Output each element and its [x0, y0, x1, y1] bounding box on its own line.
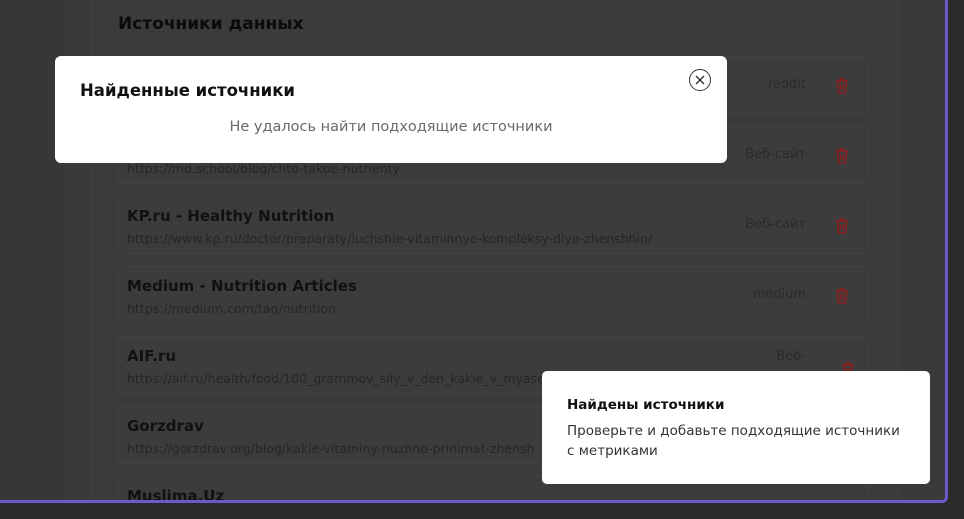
source-title: Muslima.Uz	[127, 487, 225, 503]
source-url[interactable]: https://medium.com/tag/nutrition	[127, 301, 336, 316]
source-type: medium	[752, 287, 806, 302]
modal-message: Не удалось найти подходящие источники	[229, 119, 553, 135]
source-row[interactable]: KP.ru - Healthy Nutrition https://www.kp…	[118, 196, 869, 254]
trash-icon[interactable]	[834, 77, 850, 95]
close-button[interactable]	[689, 69, 711, 91]
left-panel	[0, 0, 63, 500]
modal-title: Найденные источники	[80, 81, 295, 100]
source-type: Веб-	[776, 349, 806, 364]
trash-icon[interactable]	[834, 217, 850, 235]
source-type: Веб-сайт	[745, 147, 806, 162]
source-url[interactable]: https://gorzdrav.org/blog/kakie-vitaminy…	[127, 441, 534, 456]
source-title: Gorzdrav	[127, 417, 204, 435]
source-type: Веб-сайт	[745, 217, 806, 232]
source-url[interactable]: https://www.kp.ru/doctor/preparaty/luchs…	[127, 231, 652, 246]
close-icon	[695, 75, 705, 85]
source-row[interactable]: Medium - Nutrition Articles https://medi…	[118, 266, 869, 324]
toast-title: Найдены источники	[567, 397, 725, 413]
trash-icon[interactable]	[834, 287, 850, 305]
trash-icon[interactable]	[834, 147, 850, 165]
section-title: Источники данных	[118, 14, 304, 34]
found-sources-modal: Найденные источники Не удалось найти под…	[55, 56, 727, 163]
notification-toast: Найдены источники Проверьте и добавьте п…	[542, 371, 930, 484]
source-type: reddit	[767, 77, 806, 92]
source-title: Medium - Nutrition Articles	[127, 277, 357, 295]
source-url[interactable]: https://aif.ru/health/food/100_grammov_s…	[127, 371, 551, 386]
source-title: KP.ru - Healthy Nutrition	[127, 207, 335, 225]
toast-text: Проверьте и добавьте подходящие источник…	[567, 423, 900, 459]
source-title: AIF.ru	[127, 347, 177, 365]
source-url[interactable]: https://md.school/blog/chto-takoe-nutrie…	[127, 161, 400, 176]
